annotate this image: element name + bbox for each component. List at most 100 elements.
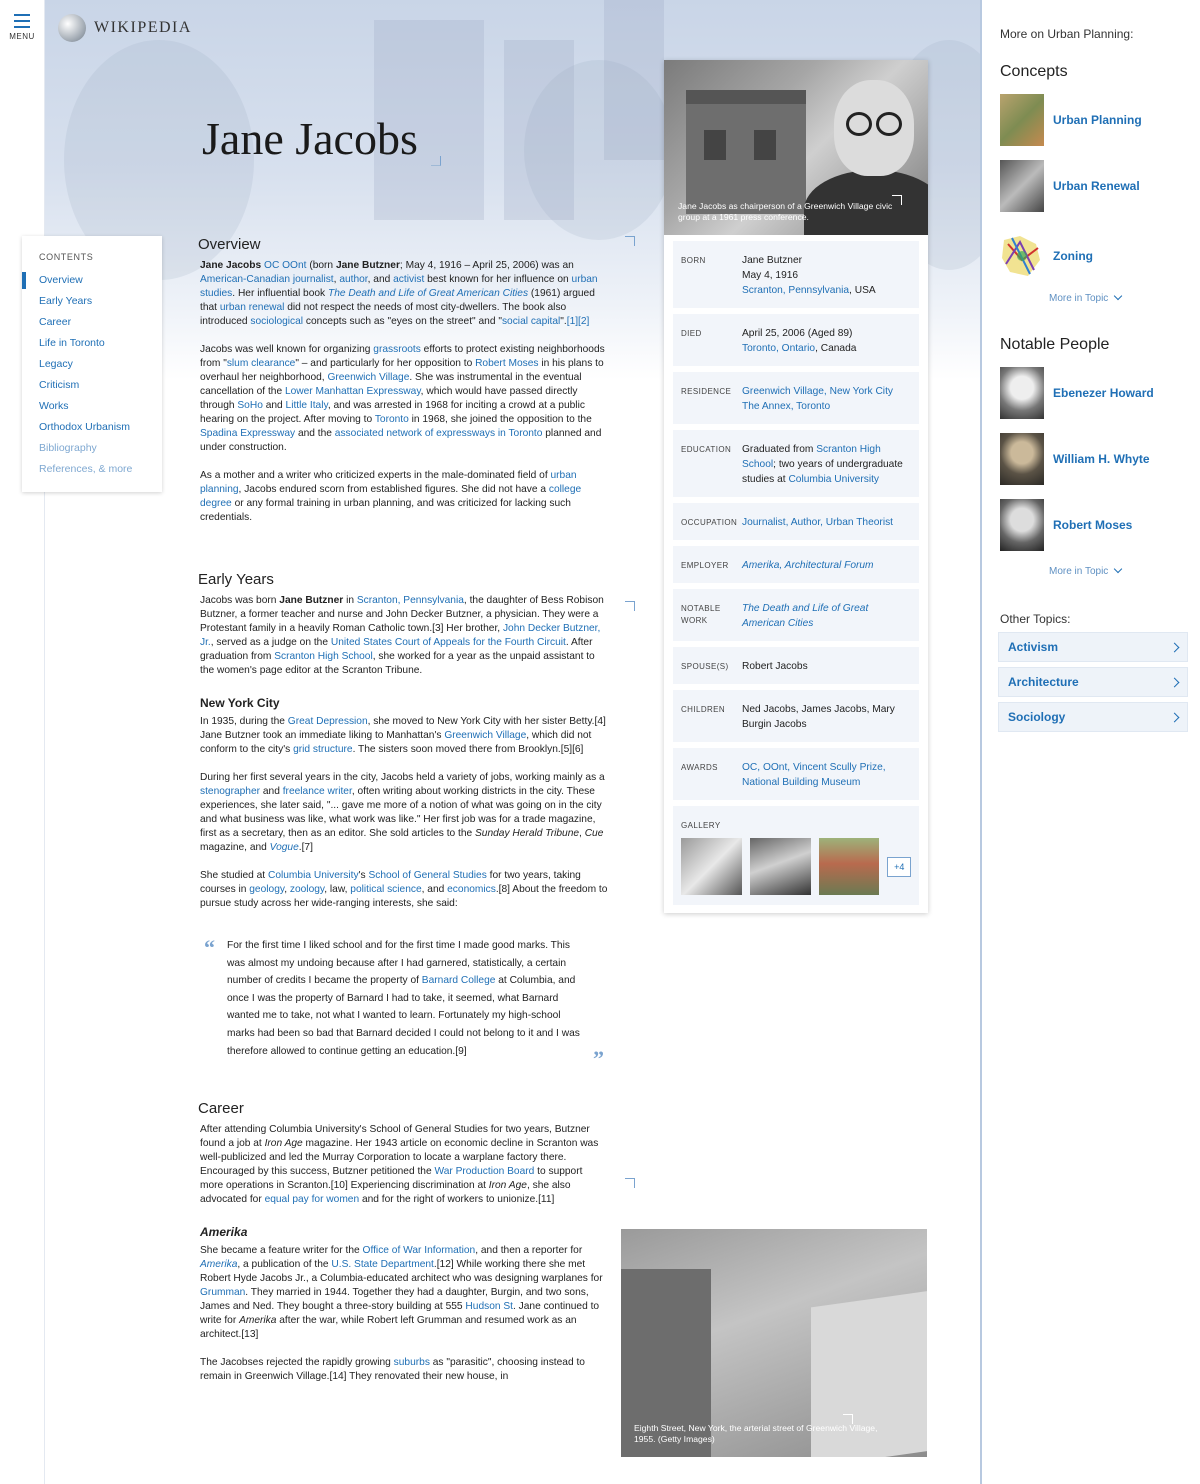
inline-link[interactable]: social capital [502,316,560,327]
infobox-label: CHILDREN [681,705,726,714]
inline-link[interactable]: Amerika, Architectural Forum [742,560,874,571]
text-run: Iron Age [264,1138,303,1150]
sidebar-item-robert-moses[interactable]: Robert Moses [1000,499,1132,551]
text-run: best known for her influence on [424,274,572,285]
corner-mark [843,1414,853,1424]
inline-link[interactable]: Journalist, Author, Urban Theorist [742,517,893,528]
subsection-heading-amerika: Amerika [200,1225,248,1240]
more-in-topic-people[interactable]: More in Topic [1049,564,1123,577]
topic-button-architecture[interactable]: Architecture [998,667,1188,697]
william-whyte-thumbnail [1000,433,1044,485]
infobox-value-line: Ned Jacobs, James Jacobs, Mary Burgin Ja… [742,702,911,732]
inline-link[interactable]: Great Depression [288,716,368,727]
sidebar-item-urban-renewal[interactable]: Urban Renewal [1000,160,1140,212]
inline-link[interactable]: School of General Studies [368,870,486,881]
gallery-thumbnail[interactable] [681,838,742,895]
inline-link[interactable]: Scranton, Pennsylvania [742,285,849,296]
inline-link[interactable]: Toronto [375,414,409,425]
corner-mark [892,195,902,205]
infobox-value-line: The Death and Life of Great American Cit… [742,601,911,631]
inline-link[interactable]: SoHo [237,400,262,411]
inline-link[interactable]: The Death and Life of Great American Cit… [742,603,868,629]
sidebar-item-ebenezer-howard[interactable]: Ebenezer Howard [1000,367,1154,419]
inline-link[interactable]: Little Italy [286,400,328,411]
inline-link[interactable]: sociological [250,316,303,327]
toc-item-life-in-toronto[interactable]: Life in Toronto [22,333,162,354]
portrait-photo[interactable]: Jane Jacobs as chairperson of a Greenwic… [664,60,928,235]
sidebar-item-urban-planning[interactable]: Urban Planning [1000,94,1142,146]
toc-item-early-years[interactable]: Early Years [22,291,162,312]
inline-link[interactable]: grid structure [293,744,352,755]
inline-link[interactable]: Scranton High School [274,651,373,662]
inline-link[interactable]: geology [249,884,284,895]
inline-link[interactable]: U.S. State Department [331,1259,434,1270]
window-shape [754,130,776,160]
inline-link[interactable]: Vogue [270,842,299,853]
text-run: .[7] [298,842,313,853]
inline-link[interactable]: War Production Board [434,1166,534,1177]
infobox-row-occupation: OCCUPATION Journalist, Author, Urban Theo… [673,503,919,540]
toc-item-career[interactable]: Career [22,312,162,333]
inline-link[interactable]: United States Court of Appeals for the F… [331,637,566,648]
inline-link[interactable]: Columbia University [268,870,359,881]
toc-item-orthodox-urbanism[interactable]: Orthodox Urbanism [22,417,162,438]
inline-link[interactable]: Robert Moses [475,358,538,369]
inline-link[interactable]: Grumman [200,1287,245,1298]
wikipedia-logo[interactable]: WIKIPEDIA [58,14,192,42]
inline-link[interactable]: Toronto, Ontario [742,343,815,354]
inline-link[interactable]: The Annex, Toronto [742,401,830,412]
paragraph: She became a feature writer for the Offi… [200,1244,608,1342]
inline-link[interactable]: suburbs [394,1357,430,1368]
inline-link[interactable]: urban renewal [220,302,285,313]
inline-link[interactable]: zoology [290,884,324,895]
more-in-topic-concepts[interactable]: More in Topic [1049,291,1123,304]
toc-item-bibliography[interactable]: Bibliography [22,438,162,459]
inline-link[interactable]: Greenwich Village, New York City [742,386,893,397]
topic-button-activism[interactable]: Activism [998,632,1188,662]
inline-link[interactable]: associated network of expressways in Tor… [335,428,543,439]
gallery-more-button[interactable]: +4 [887,856,912,877]
gallery-thumbnail[interactable] [818,838,880,895]
infobox-label: NOTABLE WORK [681,604,721,625]
inline-link[interactable]: activist [393,274,424,285]
toc-item-criticism[interactable]: Criticism [22,375,162,396]
inline-link[interactable]: slum clearance [227,358,296,369]
toc-item-references[interactable]: References, & more [22,459,162,480]
inline-link[interactable]: Barnard College [422,975,496,986]
street-photo[interactable]: Eighth Street, New York, the arterial st… [621,1229,927,1457]
inline-link[interactable]: Lower Manhattan Expressway [285,386,421,397]
inline-link[interactable]: Scranton, Pennsylvania [357,595,464,606]
topic-button-sociology[interactable]: Sociology [998,702,1188,732]
toc-item-legacy[interactable]: Legacy [22,354,162,375]
inline-link[interactable]: The Death and Life of Great American Cit… [328,288,528,299]
sidebar-item-william-h-whyte[interactable]: William H. Whyte [1000,433,1150,485]
inline-link[interactable]: Amerika [200,1259,237,1270]
sidebar-item-zoning[interactable]: Zoning [1000,230,1093,282]
inline-link[interactable]: Columbia University [788,474,879,485]
inline-link[interactable]: OC, OOnt, Vincent Scully Prize, National… [742,762,886,788]
toc-item-works[interactable]: Works [22,396,162,417]
inline-link[interactable]: Hudson St [465,1301,513,1312]
inline-link[interactable]: Greenwich Village [444,730,526,741]
inline-link[interactable]: economics [447,884,496,895]
inline-link[interactable]: grassroots [373,344,421,355]
toc-item-overview[interactable]: Overview [22,270,162,291]
infobox-value: OC, OOnt, Vincent Scully Prize, National… [742,760,911,790]
menu-button[interactable]: MENU [8,14,36,41]
inline-link[interactable]: freelance writer [283,786,352,797]
inline-link[interactable]: equal pay for women [265,1194,360,1205]
text-run: Amerika [239,1315,277,1327]
infobox-value: Robert Jacobs [742,659,911,674]
inline-link[interactable]: author [339,274,367,285]
inline-link[interactable]: Office of War Information [363,1245,476,1256]
gallery-thumbnail[interactable] [749,838,811,895]
inline-link[interactable]: [1][2] [567,316,590,327]
inline-link[interactable]: political science [350,884,421,895]
text-run: and [262,400,286,411]
zoning-map-icon [1002,236,1040,276]
inline-link[interactable]: Greenwich Village [327,372,409,383]
inline-link[interactable]: American-Canadian journalist [200,274,334,285]
inline-link[interactable]: OC OOnt [264,260,306,271]
inline-link[interactable]: stenographer [200,786,260,797]
inline-link[interactable]: Spadina Expressway [200,428,295,439]
